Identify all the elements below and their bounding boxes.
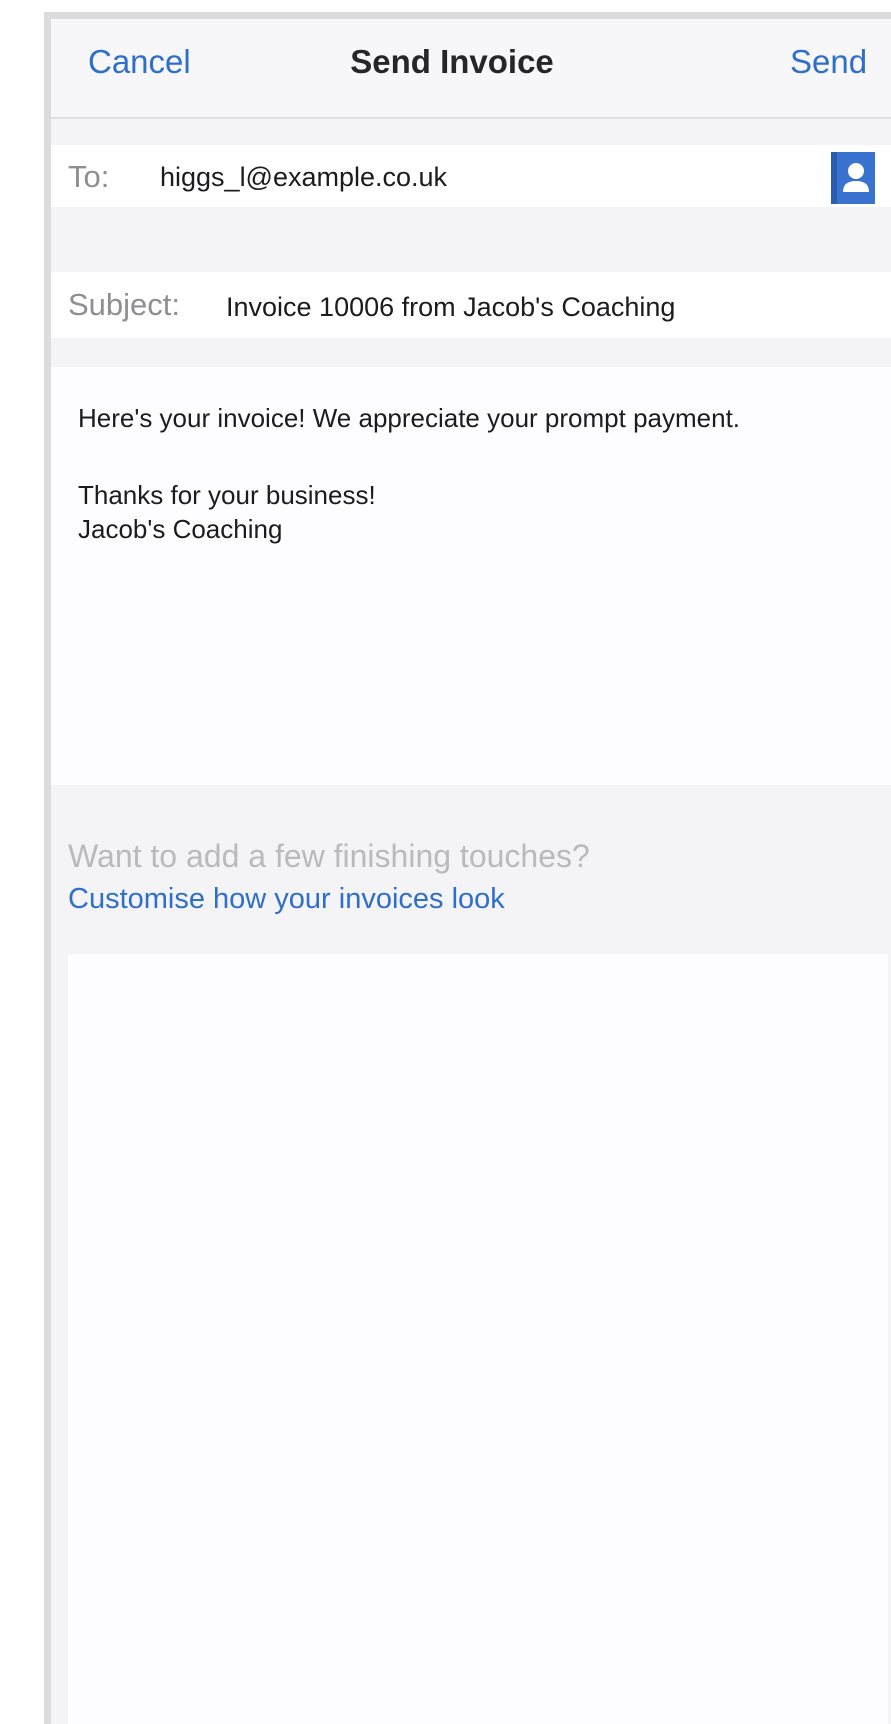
customise-invoices-link[interactable]: Customise how your invoices look xyxy=(68,883,505,916)
finishing-touches-prompt: Want to add a few finishing touches? xyxy=(68,838,590,874)
send-button[interactable]: Send xyxy=(790,43,867,81)
subject-value[interactable]: Invoice 10006 from Jacob's Coaching xyxy=(226,292,675,323)
subject-label: Subject: xyxy=(68,287,181,322)
message-body[interactable]: Here's your invoice! We appreciate your … xyxy=(51,367,891,785)
invoice-preview xyxy=(68,954,888,1724)
to-field[interactable]: To: higgs_l@example.co.uk xyxy=(51,145,891,207)
contact-card-icon[interactable] xyxy=(831,152,875,204)
to-label: To: xyxy=(68,159,110,194)
navigation-bar: Cancel Send Invoice Send xyxy=(51,19,891,119)
to-value[interactable]: higgs_l@example.co.uk xyxy=(160,162,447,193)
send-invoice-screen: Cancel Send Invoice Send To: higgs_l@exa… xyxy=(44,12,891,1724)
message-line: Thanks for your business! xyxy=(78,480,376,510)
page-title: Send Invoice xyxy=(350,43,554,80)
message-line: Jacob's Coaching xyxy=(78,514,283,544)
message-line: Here's your invoice! We appreciate your … xyxy=(78,403,741,433)
subject-field[interactable]: Subject: Invoice 10006 from Jacob's Coac… xyxy=(51,272,891,338)
